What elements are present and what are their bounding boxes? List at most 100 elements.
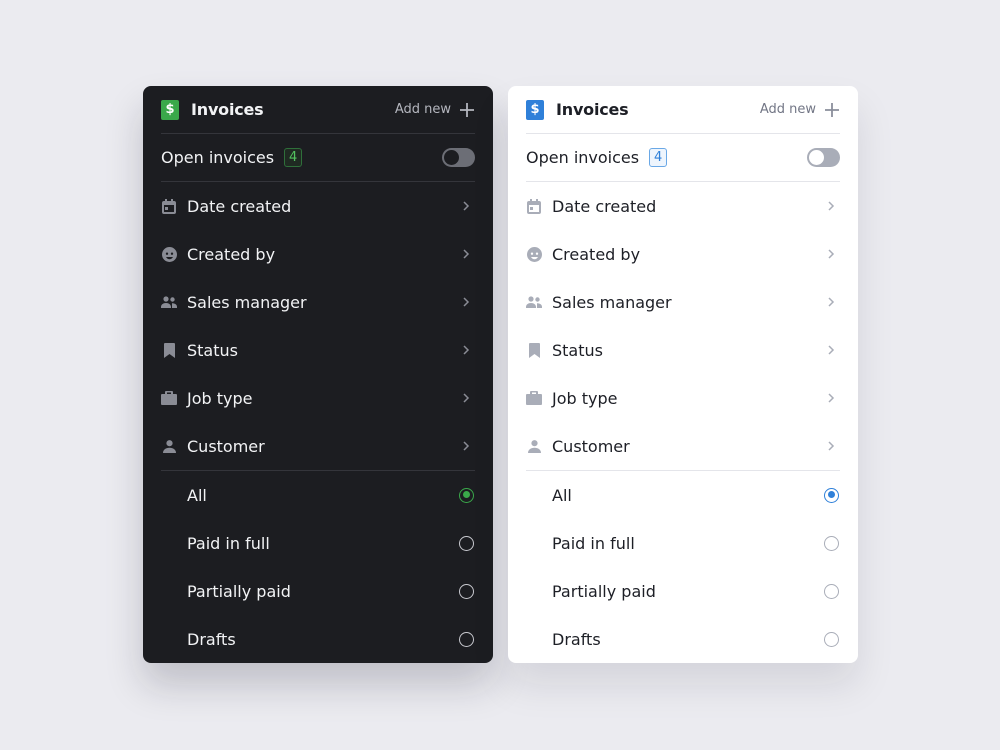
filter-label: Date created (552, 196, 657, 216)
open-invoices-toggle[interactable] (807, 148, 840, 167)
add-new-label: Add new (759, 102, 816, 117)
filter-label: Sales manager (187, 292, 307, 312)
plus-icon (460, 102, 474, 117)
option-label: All (552, 485, 572, 505)
radio-unselected[interactable] (459, 631, 474, 647)
radio-unselected[interactable] (824, 631, 839, 647)
filter-label: Job type (552, 388, 618, 408)
bookmark-icon (526, 342, 542, 358)
filter-customer[interactable]: Customer (161, 422, 475, 470)
radio-unselected[interactable] (459, 535, 474, 551)
option-paid-in-full[interactable]: Paid in full (161, 519, 475, 567)
add-new-button[interactable]: Add new (395, 102, 475, 118)
invoices-panel-dark: $ Invoices Add new Open invoices 4 Date … (143, 86, 493, 663)
panel-title: Invoices (191, 100, 264, 119)
status-options: All Paid in full Partially paid Drafts (161, 471, 475, 663)
filter-label: Status (187, 340, 238, 360)
chevron-right-icon (828, 297, 835, 307)
briefcase-icon (161, 390, 177, 406)
option-all[interactable]: All (526, 471, 840, 519)
filter-list: Date created Created by Sales manager St… (526, 182, 840, 471)
option-label: Drafts (187, 629, 236, 649)
filter-label: Customer (552, 436, 630, 456)
plus-icon (825, 102, 839, 117)
bookmark-icon (161, 342, 177, 358)
add-new-label: Add new (394, 102, 451, 117)
panel-header: $ Invoices Add new (526, 86, 840, 134)
user-face-icon (161, 246, 177, 262)
calendar-icon (161, 198, 177, 214)
radio-unselected[interactable] (824, 583, 839, 599)
option-all[interactable]: All (161, 471, 475, 519)
chevron-right-icon (828, 393, 835, 403)
filter-job-type[interactable]: Job type (161, 374, 475, 422)
user-face-icon (526, 246, 542, 262)
briefcase-icon (526, 390, 542, 406)
chevron-right-icon (463, 249, 470, 259)
open-invoices-row: Open invoices 4 (526, 134, 840, 182)
person-icon (161, 438, 177, 454)
option-label: Paid in full (187, 533, 270, 553)
filter-label: Created by (187, 244, 276, 264)
chevron-right-icon (828, 441, 835, 451)
chevron-right-icon (463, 297, 470, 307)
filter-status[interactable]: Status (526, 326, 840, 374)
open-invoices-toggle[interactable] (442, 148, 475, 167)
person-icon (526, 438, 542, 454)
chevron-right-icon (828, 249, 835, 259)
chevron-right-icon (828, 345, 835, 355)
open-invoices-count-badge: 4 (284, 148, 303, 167)
filter-label: Status (552, 340, 603, 360)
option-label: Paid in full (552, 533, 635, 553)
people-icon (161, 294, 177, 310)
toggle-knob (809, 150, 824, 165)
filter-label: Customer (187, 436, 265, 456)
filter-label: Job type (187, 388, 253, 408)
option-drafts[interactable]: Drafts (526, 615, 840, 663)
filter-list: Date created Created by Sales manager St… (161, 182, 475, 471)
radio-selected[interactable] (824, 487, 839, 503)
filter-label: Sales manager (552, 292, 672, 312)
filter-date-created[interactable]: Date created (161, 182, 475, 230)
filter-sales-manager[interactable]: Sales manager (526, 278, 840, 326)
open-invoices-count-badge: 4 (649, 148, 668, 167)
option-label: Partially paid (552, 581, 656, 601)
radio-unselected[interactable] (459, 583, 474, 599)
option-partially-paid[interactable]: Partially paid (526, 567, 840, 615)
open-invoices-label: Open invoices (161, 148, 275, 167)
add-new-button[interactable]: Add new (760, 102, 840, 118)
filter-date-created[interactable]: Date created (526, 182, 840, 230)
option-label: Drafts (552, 629, 601, 649)
radio-selected[interactable] (459, 487, 474, 503)
panel-title: Invoices (556, 100, 629, 119)
chevron-right-icon (828, 201, 835, 211)
option-label: All (187, 485, 207, 505)
radio-unselected[interactable] (824, 535, 839, 551)
status-options: All Paid in full Partially paid Drafts (526, 471, 840, 663)
dollar-invoice-icon: $ (161, 99, 179, 120)
open-invoices-label: Open invoices (526, 148, 640, 167)
filter-label: Created by (552, 244, 641, 264)
filter-sales-manager[interactable]: Sales manager (161, 278, 475, 326)
chevron-right-icon (463, 201, 470, 211)
calendar-icon (526, 198, 542, 214)
filter-created-by[interactable]: Created by (161, 230, 475, 278)
invoices-panel-light: $ Invoices Add new Open invoices 4 Date … (508, 86, 858, 663)
toggle-knob (444, 150, 459, 165)
filter-status[interactable]: Status (161, 326, 475, 374)
option-drafts[interactable]: Drafts (161, 615, 475, 663)
option-label: Partially paid (187, 581, 291, 601)
open-invoices-row: Open invoices 4 (161, 134, 475, 182)
filter-created-by[interactable]: Created by (526, 230, 840, 278)
filter-customer[interactable]: Customer (526, 422, 840, 470)
chevron-right-icon (463, 345, 470, 355)
dollar-invoice-icon: $ (526, 99, 544, 120)
people-icon (526, 294, 542, 310)
panel-header: $ Invoices Add new (161, 86, 475, 134)
option-paid-in-full[interactable]: Paid in full (526, 519, 840, 567)
filter-job-type[interactable]: Job type (526, 374, 840, 422)
chevron-right-icon (463, 393, 470, 403)
filter-label: Date created (187, 196, 292, 216)
option-partially-paid[interactable]: Partially paid (161, 567, 475, 615)
chevron-right-icon (463, 441, 470, 451)
